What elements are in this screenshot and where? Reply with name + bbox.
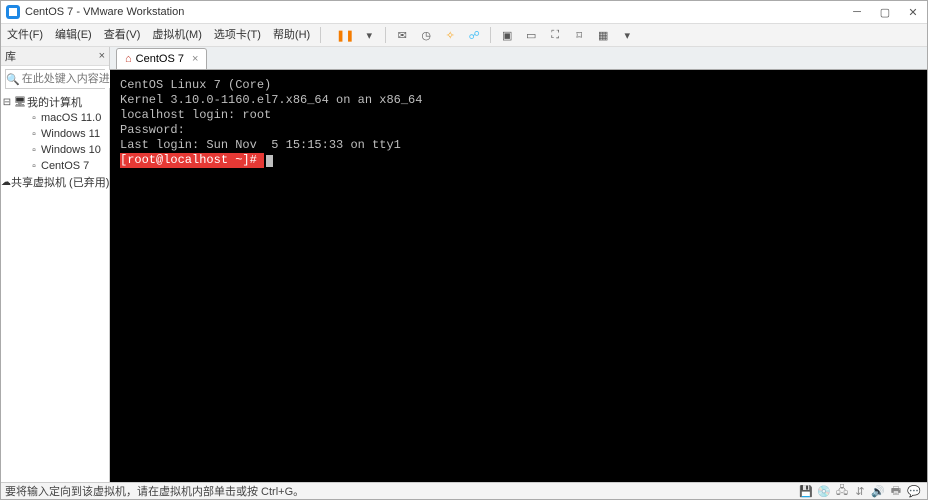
fullscreen-icon[interactable]: ⛶ [545,25,565,45]
menu-tabs[interactable]: 选项卡(T) [208,24,267,46]
collapse-icon[interactable]: ⊟ [1,97,13,108]
unity-icon[interactable]: ▣ [497,25,517,45]
sidebar-close-icon[interactable]: × [99,50,105,62]
app-icon [5,4,21,20]
fit-icon[interactable]: ⌑ [569,25,589,45]
window-title: CentOS 7 - VMware Workstation [25,6,843,18]
console-line: localhost login: root [120,108,917,123]
tab-close-icon[interactable]: × [192,53,198,65]
vm-icon: ▫ [27,145,41,156]
vm-icon: ▫ [27,129,41,140]
clock-icon[interactable]: ◷ [416,25,436,45]
pause-icon[interactable]: ❚❚ [335,25,355,45]
tree-node-vm[interactable]: ▫ macOS 11.0 [1,110,109,126]
console-prompt-line: [root@localhost ~]# [120,153,917,168]
sidebar-header: 库 [5,48,16,64]
device-usb-icon[interactable]: ⇵ [851,485,869,498]
menu-file[interactable]: 文件(F) [1,24,49,46]
home-icon: ⌂ [125,53,132,65]
tab-centos7[interactable]: ⌂ CentOS 7 × [116,48,207,69]
device-printer-icon[interactable]: 🖶 [887,482,905,500]
settings-icon[interactable]: ▾ [617,25,637,45]
console-line: Kernel 3.10.0-1160.el7.x86_64 on an x86_… [120,93,917,108]
send-icon[interactable]: ✉ [392,25,412,45]
menu-view[interactable]: 查看(V) [98,24,147,46]
vm-icon: ▫ [27,161,41,172]
cursor [266,155,273,167]
computer-icon: 🖥 [13,97,27,108]
tree-node-shared[interactable]: ☁ 共享虚拟机 (已弃用) [1,174,109,190]
separator [320,27,321,43]
console-line: CentOS Linux 7 (Core) [120,78,917,93]
capture-icon[interactable]: ☍ [464,25,484,45]
menu-vm[interactable]: 虚拟机(M) [146,24,208,46]
library-tree: ⊟ 🖥 我的计算机 ▫ macOS 11.0 ▫ Windows 11 ▫ Wi… [1,92,109,482]
vm-console[interactable]: CentOS Linux 7 (Core) Kernel 3.10.0-1160… [110,70,927,482]
console-icon[interactable]: ▭ [521,25,541,45]
status-text: 要将输入定向到该虚拟机，请在虚拟机内部单击或按 Ctrl+G。 [5,483,304,499]
search-icon: 🔍 [6,73,20,86]
console-prompt: [root@localhost ~]# [120,153,264,168]
tree-node-vm[interactable]: ▫ Windows 11 [1,126,109,142]
device-sound-icon[interactable]: 🔊 [869,485,887,498]
console-line: Password: [120,123,917,138]
console-line: Last login: Sun Nov 5 15:15:33 on tty1 [120,138,917,153]
device-cd-icon[interactable]: 💿 [815,485,833,498]
menu-help[interactable]: 帮助(H) [267,24,316,46]
tab-label: CentOS 7 [136,53,184,65]
tree-node-mycomputer[interactable]: ⊟ 🖥 我的计算机 [1,94,109,110]
separator [490,27,491,43]
separator [385,27,386,43]
share-icon: ☁ [1,177,11,188]
maximize-button[interactable]: ▢ [871,2,899,22]
device-network-icon[interactable]: 🖧 [833,482,851,500]
library-icon[interactable]: ▦ [593,25,613,45]
device-disk-icon[interactable]: 💾 [797,485,815,498]
menu-edit[interactable]: 编辑(E) [49,24,98,46]
tree-node-vm[interactable]: ▫ CentOS 7 [1,158,109,174]
snapshot-icon[interactable]: ✧ [440,25,460,45]
close-button[interactable]: ✕ [899,2,927,22]
vm-icon: ▫ [27,113,41,124]
message-icon[interactable]: 💬 [905,485,923,498]
minimize-button[interactable]: ─ [843,2,871,22]
dropdown-icon[interactable]: ▾ [359,25,379,45]
tree-node-vm[interactable]: ▫ Windows 10 [1,142,109,158]
